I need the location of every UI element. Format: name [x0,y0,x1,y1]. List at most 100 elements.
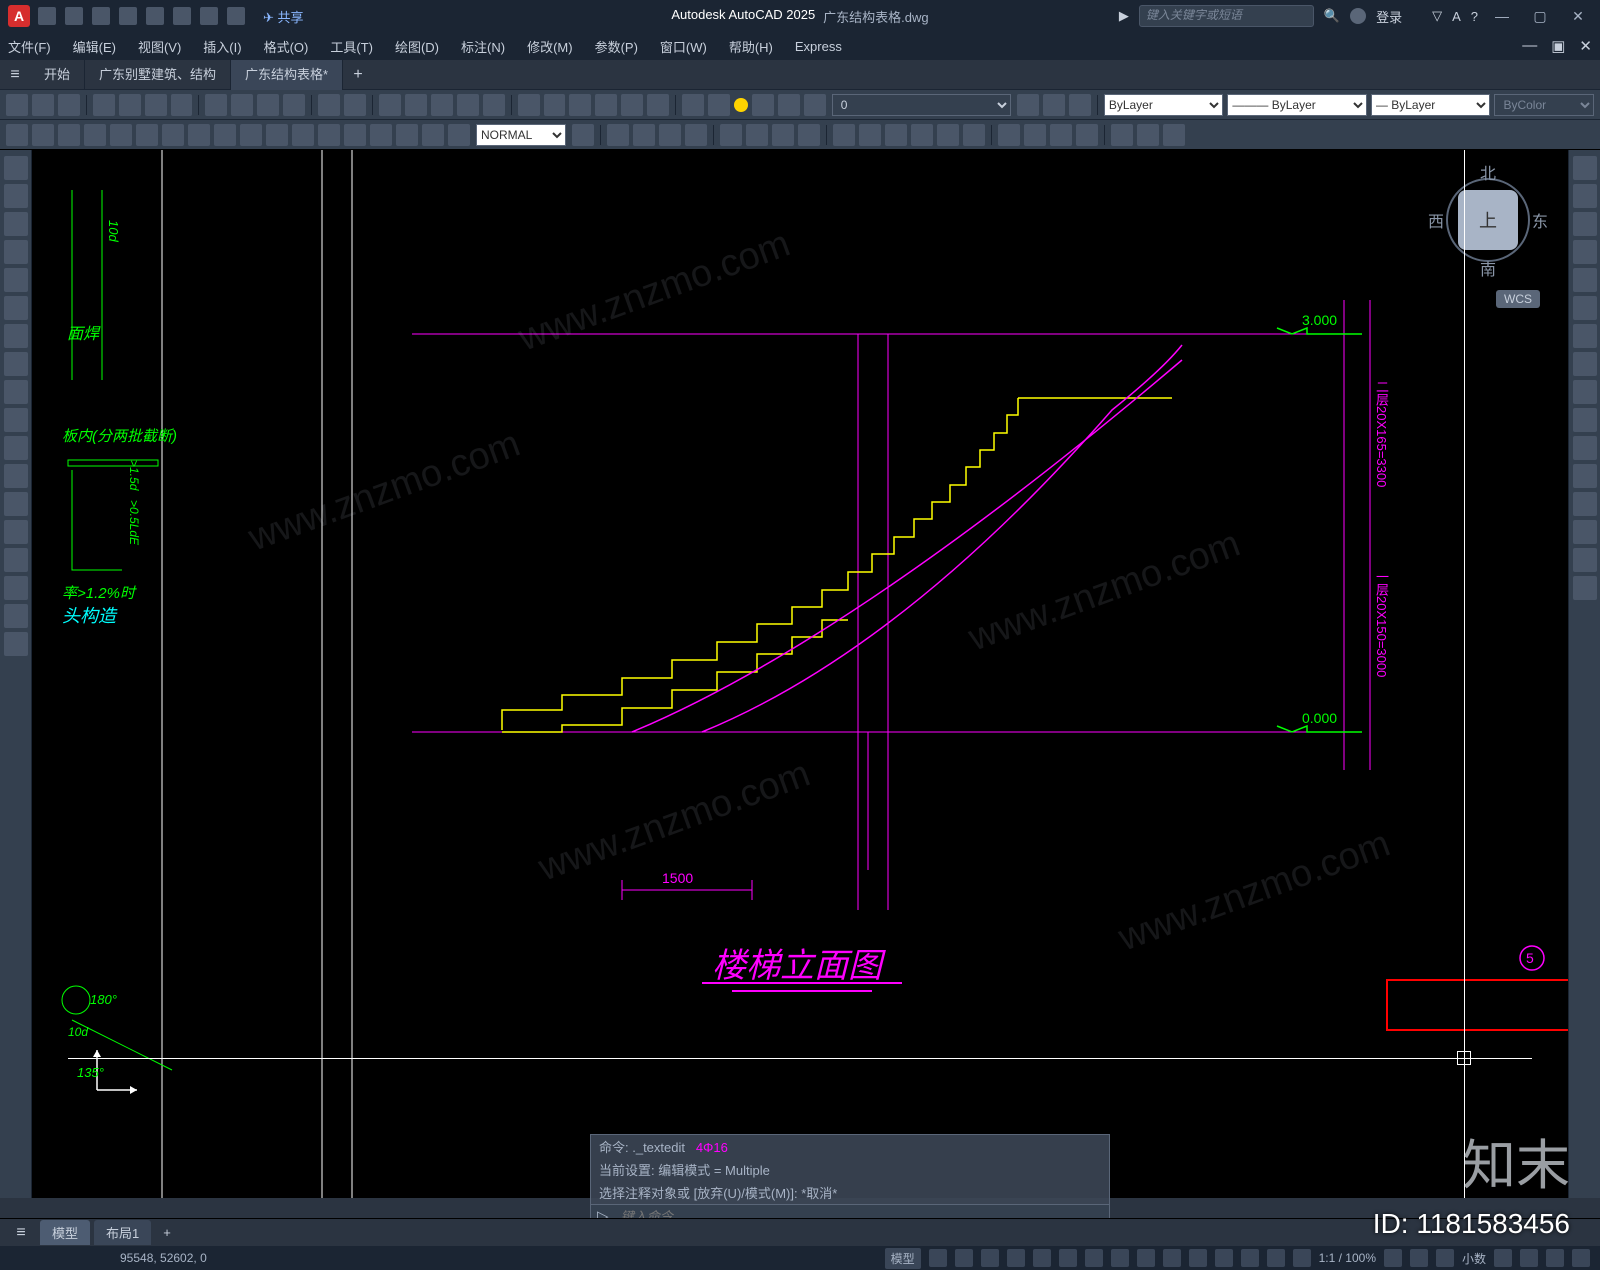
dimspace-icon[interactable] [266,124,288,146]
dimupdate-icon[interactable] [572,124,594,146]
ducs-icon[interactable] [1215,1249,1233,1267]
menu-window[interactable]: 窗口(W) [660,37,707,56]
m3-icon[interactable] [659,124,681,146]
fillet-icon[interactable] [1573,548,1597,572]
dyn-icon[interactable] [1085,1249,1103,1267]
menu-edit[interactable]: 编辑(E) [73,37,116,56]
autodesk-app-icon[interactable]: ▽ [1432,8,1442,24]
layer-mgr-icon[interactable] [682,94,704,116]
rect-icon[interactable] [4,268,28,292]
r7-icon[interactable] [998,124,1020,146]
region-icon[interactable] [4,576,28,600]
undo-icon[interactable] [200,7,218,25]
redo2-icon[interactable] [344,94,366,116]
iso-icon[interactable] [1520,1249,1538,1267]
r5-icon[interactable] [937,124,959,146]
tab-layout1[interactable]: 布局1 [94,1220,151,1245]
r8-icon[interactable] [1024,124,1046,146]
r11-icon[interactable] [1111,124,1133,146]
search-input[interactable]: 键入关键字或短语 [1139,5,1314,27]
prop-icon[interactable] [518,94,540,116]
menu-tools[interactable]: 工具(T) [330,37,373,56]
wipeout-icon[interactable] [4,604,28,628]
menu-help[interactable]: 帮助(H) [729,37,773,56]
open-icon[interactable] [65,7,83,25]
dimjogl-icon[interactable] [396,124,418,146]
r4-icon[interactable] [911,124,933,146]
dimlin-icon[interactable] [6,124,28,146]
revcloud-icon[interactable] [4,632,28,656]
ortho-icon[interactable] [981,1249,999,1267]
tp-icon[interactable] [569,94,591,116]
break-icon[interactable] [1573,464,1597,488]
regen-icon[interactable] [483,94,505,116]
save2-icon[interactable] [58,94,80,116]
new2-icon[interactable] [6,94,28,116]
circle-icon[interactable] [4,212,28,236]
plot-icon[interactable] [173,7,191,25]
mtext-icon[interactable] [4,548,28,572]
markup-icon[interactable] [621,94,643,116]
batch-icon[interactable] [171,94,193,116]
m6-icon[interactable] [746,124,768,146]
arc-icon[interactable] [4,240,28,264]
join-icon[interactable] [1573,492,1597,516]
dimjog-icon[interactable] [136,124,158,146]
r13-icon[interactable] [1163,124,1185,146]
paste-icon[interactable] [257,94,279,116]
r1-icon[interactable] [833,124,855,146]
annomon-icon[interactable] [1436,1249,1454,1267]
r9-icon[interactable] [1050,124,1072,146]
zoomp-icon[interactable] [457,94,479,116]
r6-icon[interactable] [963,124,985,146]
m4-icon[interactable] [685,124,707,146]
open2-icon[interactable] [32,94,54,116]
layoff-icon[interactable] [1069,94,1091,116]
3dosnap-icon[interactable] [1189,1249,1207,1267]
help-icon[interactable]: ? [1471,9,1478,24]
erase-icon[interactable] [1573,156,1597,180]
dimbreak-icon[interactable] [292,124,314,146]
color-dropdown[interactable]: ByLayer [1104,94,1224,116]
grid-icon[interactable] [929,1249,947,1267]
trans-icon[interactable] [1137,1249,1155,1267]
menu-file[interactable]: 文件(F) [8,37,51,56]
m1-icon[interactable] [607,124,629,146]
share-button[interactable]: ✈ 共享 [263,7,304,26]
new-icon[interactable] [38,7,56,25]
add-tab-button[interactable]: + [343,66,373,84]
tab-start[interactable]: 开始 [30,60,85,90]
menu-draw[interactable]: 绘图(D) [395,37,439,56]
undo2-icon[interactable] [318,94,340,116]
ws-icon[interactable] [1410,1249,1428,1267]
line-icon[interactable] [4,156,28,180]
autodesk-a-icon[interactable]: A [1452,9,1461,24]
xline-icon[interactable] [4,408,28,432]
menu-param[interactable]: 参数(P) [595,37,638,56]
m5-icon[interactable] [720,124,742,146]
save-icon[interactable] [92,7,110,25]
menu-modify[interactable]: 修改(M) [527,37,573,56]
maximize-button[interactable]: ▢ [1526,6,1554,26]
r12-icon[interactable] [1137,124,1159,146]
linetype-dropdown[interactable]: ——— ByLayer [1227,94,1367,116]
custom-icon[interactable] [1572,1249,1590,1267]
layer-sun-icon[interactable] [734,98,748,112]
layout-menu-icon[interactable]: ≡ [6,1224,36,1242]
menu-express[interactable]: Express [795,39,842,54]
tab-model[interactable]: 模型 [40,1220,90,1245]
dimstyle-dropdown[interactable]: NORMAL [476,124,566,146]
zoomw-icon[interactable] [431,94,453,116]
ssm-icon[interactable] [595,94,617,116]
poly-icon[interactable] [4,296,28,320]
trim-icon[interactable] [1573,408,1597,432]
tab-file1[interactable]: 广东别墅建筑、结构 [85,60,231,90]
doc-close-icon[interactable]: ✕ [1579,37,1592,55]
otrack-icon[interactable] [1059,1249,1077,1267]
plotstyle-dropdown[interactable]: ByColor [1494,94,1594,116]
block-icon[interactable] [4,492,28,516]
m7-icon[interactable] [772,124,794,146]
doc-restore-icon[interactable]: ▣ [1551,37,1565,55]
menu-format[interactable]: 格式(O) [264,37,309,56]
dimang-icon[interactable] [188,124,210,146]
